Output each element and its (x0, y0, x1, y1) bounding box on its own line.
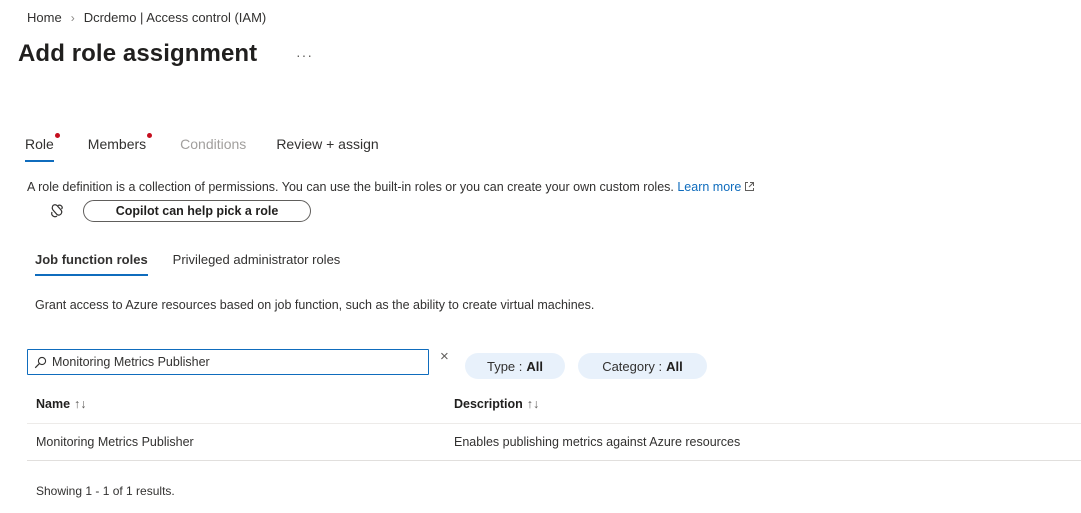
required-dot-icon (54, 133, 60, 138)
tab-review-assign-label: Review + assign (276, 136, 379, 152)
breadcrumb: Home › Dcrdemo | Access control (IAM) (27, 10, 266, 25)
table-row-divider (27, 460, 1081, 461)
results-count: Showing 1 - 1 of 1 results. (36, 484, 175, 498)
role-description-text: A role definition is a collection of per… (27, 180, 674, 194)
tab-privileged-administrator-roles[interactable]: Privileged administrator roles (173, 252, 341, 276)
tab-review-assign[interactable]: Review + assign (276, 136, 378, 162)
category-filter-label: Category : (602, 358, 663, 374)
breadcrumb-current-link[interactable]: Dcrdemo | Access control (IAM) (84, 10, 267, 25)
required-dot-icon (147, 133, 153, 138)
tab-role[interactable]: Role (25, 133, 60, 162)
tab-conditions: Conditions (180, 136, 246, 162)
category-filter-value: All (666, 358, 683, 374)
column-header-name-label: Name (36, 397, 71, 411)
category-filter-pill[interactable]: Category : All (578, 353, 707, 379)
breadcrumb-separator: › (70, 10, 75, 25)
role-search-box (27, 349, 429, 375)
tab-job-function-roles[interactable]: Job function roles (35, 252, 148, 276)
role-description: A role definition is a collection of per… (27, 180, 755, 195)
learn-more-label: Learn more (677, 180, 742, 194)
clear-search-icon[interactable]: × (440, 348, 449, 366)
role-description-cell: Enables publishing metrics against Azure… (454, 435, 741, 449)
breadcrumb-home-link[interactable]: Home (27, 10, 62, 25)
column-header-name[interactable]: Name ↑↓ (36, 397, 87, 411)
role-name-cell[interactable]: Monitoring Metrics Publisher (36, 435, 194, 449)
page-title: Add role assignment (18, 40, 258, 67)
copilot-pick-role-button[interactable]: Copilot can help pick a role (83, 200, 311, 222)
column-header-description-label: Description (454, 397, 523, 411)
role-category-tabs: Job function roles Privileged administra… (35, 252, 365, 276)
search-icon (34, 356, 47, 369)
type-filter-value: All (526, 358, 544, 374)
sort-icon: ↑↓ (74, 397, 87, 411)
learn-more-link[interactable]: Learn more (677, 180, 755, 194)
external-link-icon (744, 181, 755, 195)
tab-members-label: Members (87, 136, 147, 152)
copilot-icon (48, 203, 66, 224)
tab-conditions-label: Conditions (180, 136, 247, 152)
grant-access-text: Grant access to Azure resources based on… (35, 298, 595, 312)
tab-role-label: Role (25, 136, 54, 152)
role-search-input[interactable] (52, 355, 392, 369)
more-options-icon[interactable]: ··· (296, 48, 313, 62)
tab-members[interactable]: Members (87, 133, 153, 162)
type-filter-label: Type : (486, 358, 523, 374)
type-filter-pill[interactable]: Type : All (465, 353, 565, 379)
sort-icon: ↑↓ (526, 397, 540, 411)
wizard-tabs: Role Members Conditions Review + assign (25, 133, 413, 162)
column-header-description[interactable]: Description ↑↓ (454, 397, 539, 411)
